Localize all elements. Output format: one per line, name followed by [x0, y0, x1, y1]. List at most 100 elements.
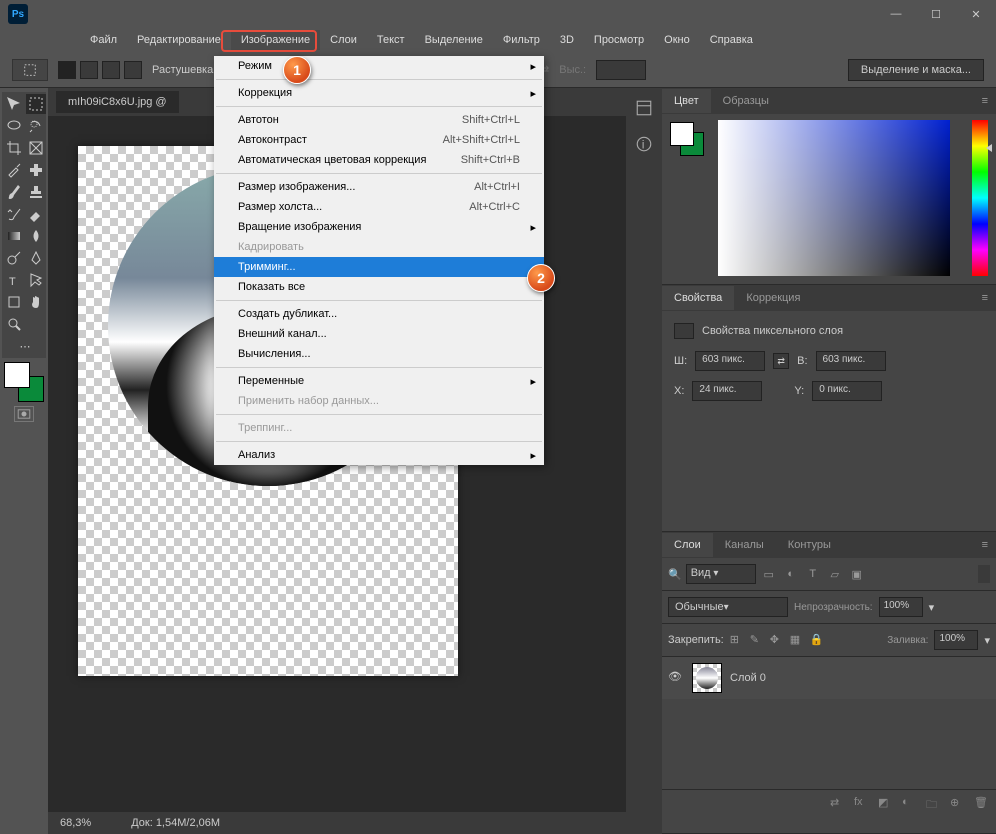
layer-mask-icon[interactable]: ◩: [878, 796, 894, 812]
opacity-input[interactable]: 100%: [879, 597, 923, 617]
foreground-color-swatch[interactable]: [4, 362, 30, 388]
tab-paths[interactable]: Контуры: [776, 533, 843, 557]
shape-tool[interactable]: [4, 292, 24, 312]
quick-select-tool[interactable]: [26, 116, 46, 136]
lasso-tool[interactable]: [4, 116, 24, 136]
dodge-tool[interactable]: [4, 248, 24, 268]
menu-window[interactable]: Окно: [654, 30, 700, 50]
menu-item-image-size[interactable]: Размер изображения...Alt+Ctrl+I: [214, 177, 544, 197]
filter-adjust-icon[interactable]: ◐: [782, 565, 800, 583]
pen-tool[interactable]: [26, 248, 46, 268]
selection-add-button[interactable]: [80, 61, 98, 79]
lock-position-icon[interactable]: ✥: [770, 633, 784, 647]
x-input[interactable]: 24 пикс.: [692, 381, 762, 401]
menu-item-apply-image[interactable]: Внешний канал...: [214, 324, 544, 344]
visibility-toggle[interactable]: 👁: [668, 670, 684, 686]
tab-color[interactable]: Цвет: [662, 89, 711, 113]
menu-select[interactable]: Выделение: [415, 30, 493, 50]
crop-tool[interactable]: [4, 138, 24, 158]
link-dimensions-button[interactable]: ⇄: [773, 353, 789, 369]
heal-tool[interactable]: [26, 160, 46, 180]
layer-group-icon[interactable]: 🗀: [926, 796, 942, 812]
lock-all-icon[interactable]: 🔒: [810, 633, 824, 647]
lock-pixels-icon[interactable]: ⊞: [730, 633, 744, 647]
color-swatches[interactable]: [670, 122, 704, 156]
menu-item-analysis[interactable]: Анализ: [214, 445, 544, 465]
menu-item-autocontrast[interactable]: АвтоконтрастAlt+Shift+Ctrl+L: [214, 130, 544, 150]
move-tool[interactable]: [4, 94, 24, 114]
chevron-down-icon[interactable]: ▾: [929, 601, 935, 614]
filter-shape-icon[interactable]: ▱: [826, 565, 844, 583]
layers-empty-area[interactable]: [662, 699, 996, 789]
tab-adjustments[interactable]: Коррекция: [734, 286, 812, 310]
menu-item-reveal-all[interactable]: Показать все: [214, 277, 544, 297]
tool-preset-picker[interactable]: [12, 59, 48, 81]
layer-filter-dropdown[interactable]: Вид ▾: [686, 564, 756, 584]
menu-item-variables[interactable]: Переменные: [214, 371, 544, 391]
blend-mode-dropdown[interactable]: Обычные ▾: [668, 597, 788, 617]
fill-input[interactable]: 100%: [934, 630, 978, 650]
quick-mask-button[interactable]: [14, 406, 34, 422]
lock-brush-icon[interactable]: ✎: [750, 633, 764, 647]
fg-color-swatch[interactable]: [670, 122, 694, 146]
menu-text[interactable]: Текст: [367, 30, 415, 50]
menu-view[interactable]: Просмотр: [584, 30, 654, 50]
select-and-mask-button[interactable]: Выделение и маска...: [848, 59, 984, 81]
properties-panel-menu[interactable]: ≡: [974, 292, 996, 304]
menu-item-duplicate[interactable]: Создать дубликат...: [214, 304, 544, 324]
filter-type-icon[interactable]: T: [804, 565, 822, 583]
tab-swatches[interactable]: Образцы: [711, 89, 781, 113]
filter-toggle[interactable]: [978, 565, 990, 583]
menu-file[interactable]: Файл: [80, 30, 127, 50]
menu-layers[interactable]: Слои: [320, 30, 367, 50]
brush-tool[interactable]: [4, 182, 24, 202]
history-brush-tool[interactable]: [4, 204, 24, 224]
type-tool[interactable]: T: [4, 270, 24, 290]
zoom-level[interactable]: 68,3%: [60, 817, 91, 829]
tab-properties[interactable]: Свойства: [662, 286, 734, 310]
path-select-tool[interactable]: [26, 270, 46, 290]
menu-image[interactable]: Изображение: [231, 30, 320, 50]
chevron-down-icon[interactable]: ▾: [984, 634, 990, 647]
document-tab[interactable]: mIh09iC8x6U.jpg @: [56, 91, 179, 113]
layer-row[interactable]: 👁 Слой 0: [662, 657, 996, 699]
menu-item-calculations[interactable]: Вычисления...: [214, 344, 544, 364]
height-input[interactable]: 603 пикс.: [816, 351, 886, 371]
layer-thumbnail[interactable]: [692, 663, 722, 693]
eraser-tool[interactable]: [26, 204, 46, 224]
menu-item-rotation[interactable]: Вращение изображения: [214, 217, 544, 237]
zoom-tool[interactable]: [4, 314, 24, 334]
hand-tool[interactable]: [26, 292, 46, 312]
menu-edit[interactable]: Редактирование: [127, 30, 231, 50]
blur-tool[interactable]: [26, 226, 46, 246]
tab-channels[interactable]: Каналы: [713, 533, 776, 557]
stamp-tool[interactable]: [26, 182, 46, 202]
maximize-button[interactable]: ☐: [924, 6, 948, 22]
menu-3d[interactable]: 3D: [550, 30, 584, 50]
frame-tool[interactable]: [26, 138, 46, 158]
layer-fx-icon[interactable]: fx: [854, 796, 870, 812]
y-input[interactable]: 0 пикс.: [812, 381, 882, 401]
menu-item-autotone[interactable]: АвтотонShift+Ctrl+L: [214, 110, 544, 130]
doc-size[interactable]: Док: 1,54M/2,06M: [131, 817, 220, 829]
lock-artboard-icon[interactable]: ▦: [790, 633, 804, 647]
minimize-button[interactable]: —: [884, 6, 908, 22]
filter-pixel-icon[interactable]: ▭: [760, 565, 778, 583]
layer-name[interactable]: Слой 0: [730, 672, 766, 684]
selection-intersect-button[interactable]: [124, 61, 142, 79]
link-layers-icon[interactable]: ⇄: [830, 796, 846, 812]
edit-toolbar-button[interactable]: ⋯: [4, 336, 46, 356]
menu-item-adjustments[interactable]: Коррекция: [214, 83, 544, 103]
tab-layers[interactable]: Слои: [662, 533, 713, 557]
width-input[interactable]: 603 пикс.: [695, 351, 765, 371]
adjustment-layer-icon[interactable]: ◐: [902, 796, 918, 812]
layers-panel-menu[interactable]: ≡: [974, 539, 996, 551]
foreground-background-colors[interactable]: [4, 362, 44, 402]
selection-new-button[interactable]: [58, 61, 76, 79]
filter-smart-icon[interactable]: ▣: [848, 565, 866, 583]
menu-item-mode[interactable]: Режим: [214, 56, 544, 76]
eyedropper-tool[interactable]: [4, 160, 24, 180]
menu-item-canvas-size[interactable]: Размер холста...Alt+Ctrl+C: [214, 197, 544, 217]
color-panel-menu[interactable]: ≡: [974, 95, 996, 107]
delete-layer-icon[interactable]: 🗑: [974, 796, 990, 812]
